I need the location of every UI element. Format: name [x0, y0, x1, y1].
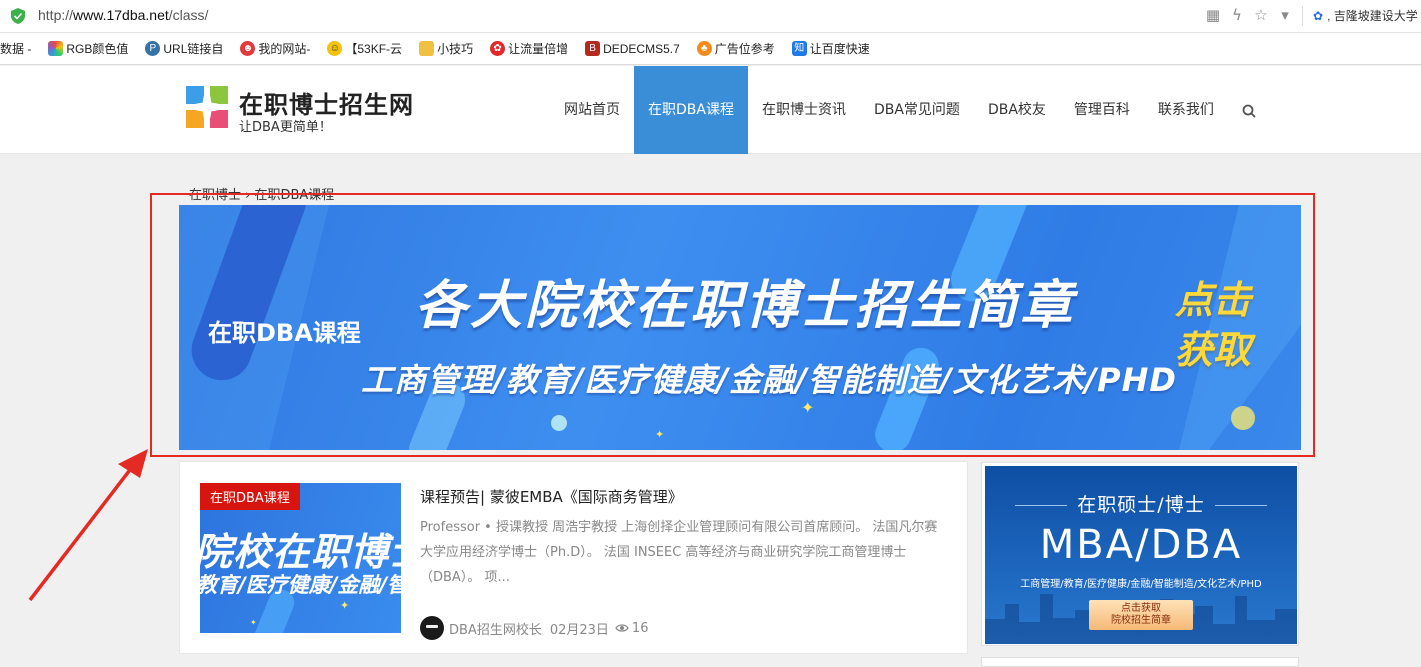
bookmark-label: DEDECMS5.7 [603, 41, 680, 56]
thumbnail-subtitle: 教育/医疗健康/金融/智能 [200, 573, 401, 597]
site-header: 在职博士招生网 让DBA更简单！ 网站首页 在职DBA课程 在职博士资讯 DBA… [0, 66, 1421, 154]
bookmark-item[interactable]: RGB颜色值 [48, 40, 128, 57]
article-meta: DBA招生网校长 02月23日 16 [420, 616, 648, 640]
bookmark-item[interactable]: B DEDECMS5.7 [585, 41, 680, 56]
bookmark-label: 让流量倍增 [508, 42, 569, 56]
article-title[interactable]: 课程预告| 蒙彼EMBA《国际商务管理》 [420, 486, 683, 507]
smiley-icon: ☺ [327, 41, 343, 56]
url-prefix: http:// [38, 7, 74, 23]
publish-date: 02月23日 [549, 622, 609, 638]
bookmark-item[interactable]: ✿ 让流量倍增 [490, 40, 568, 57]
bookmark-item[interactable]: 知让百度快速 [791, 40, 870, 57]
divider [1302, 6, 1303, 26]
svg-text:✦: ✦ [340, 599, 349, 612]
baidu-paw-icon: ✿ [1313, 9, 1324, 23]
avatar[interactable] [420, 616, 444, 640]
article-excerpt: Professor • 授课教授 周浩宇教授 上海创择企业管理顾问有限公司首席顾… [420, 520, 938, 585]
site-icon: ☻ [240, 41, 256, 56]
bookmark-item[interactable]: ☻ 我的网站- [240, 40, 310, 57]
bookmarks-bar: 数据 - RGB颜色值 P URL链接自 ☻ 我的网站- ☺ 【53KF-云 小技巧 … [0, 33, 1421, 65]
huawei-icon: ✿ [490, 41, 506, 56]
nav-item-alumni[interactable]: DBA校友 [974, 66, 1060, 154]
bookmark-label: RGB颜色值 [66, 42, 129, 56]
bookmark-item[interactable]: 数据 - [0, 40, 31, 57]
author-name[interactable]: DBA招生网校长 [449, 619, 542, 638]
bookmark-label: 小技巧 [437, 42, 474, 56]
sidebar-widget [981, 657, 1299, 667]
nav-item-dba-courses[interactable]: 在职DBA课程 [634, 66, 748, 154]
bookmark-item[interactable]: 小技巧 [419, 40, 473, 57]
search-icon[interactable] [1228, 66, 1268, 154]
lightning-icon[interactable]: ϟ [1229, 6, 1245, 24]
ad-line1: 在职硕士/博士 [985, 490, 1297, 517]
folder-icon [419, 41, 435, 56]
nav-item-contact[interactable]: 联系我们 [1144, 66, 1228, 154]
url-path: /class/ [168, 7, 209, 23]
ad-button-line1: 点击获取 [1121, 603, 1161, 614]
nav-item-encyclopedia[interactable]: 管理百科 [1060, 66, 1144, 154]
nav-item-home[interactable]: 网站首页 [550, 66, 634, 154]
url-host: www.17dba.net [73, 7, 169, 23]
main-nav: 网站首页 在职DBA课程 在职博士资讯 DBA常见问题 DBA校友 管理百科 联… [550, 66, 1268, 154]
chevron-down-icon[interactable]: ▾ [1277, 6, 1293, 24]
bookmark-label: 【53KF-云 [345, 42, 403, 56]
article-thumbnail[interactable]: ✦ ✦ 院校在职博士 教育/医疗健康/金融/智能 在职DBA课程 [200, 483, 401, 633]
bookmark-label: 数据 - [0, 42, 32, 56]
zhihu-icon: 知 [791, 41, 807, 56]
site-slogan: 让DBA更简单！ [239, 120, 332, 135]
ad-button-line2: 院校招生简章 [1111, 615, 1171, 626]
browser-address-bar: http://www.17dba.net/class/ ▦ ϟ ☆ ▾ ✿, 吉… [0, 0, 1421, 33]
search-suggestion-text: 吉隆坡建设大学 [1333, 9, 1418, 23]
bookmark-item[interactable]: ☺ 【53KF-云 [327, 40, 402, 57]
ad-line2: MBA/DBA [1039, 522, 1243, 568]
ad-line3: 工商管理/教育/医疗健康/金融/智能制造/文化艺术/PHD [1020, 579, 1262, 590]
annotation-highlight-box [150, 193, 1315, 457]
view-count: 16 [631, 620, 649, 636]
url-field[interactable]: http://www.17dba.net/class/ [38, 7, 208, 23]
qr-code-icon[interactable]: ▦ [1205, 6, 1221, 24]
logo-icon[interactable] [184, 84, 230, 130]
bookmark-label: 广告位参考 [714, 42, 775, 56]
thumbnail-headline: 院校在职博士 [200, 530, 401, 574]
site-title[interactable]: 在职博士招生网 [239, 85, 414, 120]
category-badge[interactable]: 在职DBA课程 [200, 483, 300, 510]
eye-icon [615, 624, 629, 632]
ad-button[interactable]: 点击获取 院校招生简章 [1089, 600, 1193, 630]
dedecms-icon: B [585, 41, 601, 56]
bookmark-label: 让百度快速 [809, 42, 870, 56]
bookmark-label: URL链接自 [163, 42, 224, 56]
svg-text:✦: ✦ [250, 618, 257, 627]
nav-item-faq[interactable]: DBA常见问题 [860, 66, 974, 154]
search-suggestion[interactable]: ✿, 吉隆坡建设大学 [1313, 7, 1418, 24]
bookmark-label: 我的网站- [258, 42, 311, 56]
bookmark-item[interactable]: P URL链接自 [145, 40, 223, 57]
shield-icon [11, 8, 25, 24]
ad-icon: ♣ [696, 41, 712, 56]
bookmark-item[interactable]: ♣ 广告位参考 [696, 40, 775, 57]
nav-item-news[interactable]: 在职博士资讯 [748, 66, 860, 154]
rainbow-icon [48, 41, 64, 56]
star-icon[interactable]: ☆ [1253, 6, 1269, 24]
python-icon: P [145, 41, 161, 56]
sidebar-ad[interactable]: 在职硕士/博士 MBA/DBA 工商管理/教育/医疗健康/金融/智能制造/文化艺… [981, 462, 1299, 646]
article-card[interactable]: ✦ ✦ 院校在职博士 教育/医疗健康/金融/智能 在职DBA课程 课程预告| 蒙… [179, 461, 968, 654]
